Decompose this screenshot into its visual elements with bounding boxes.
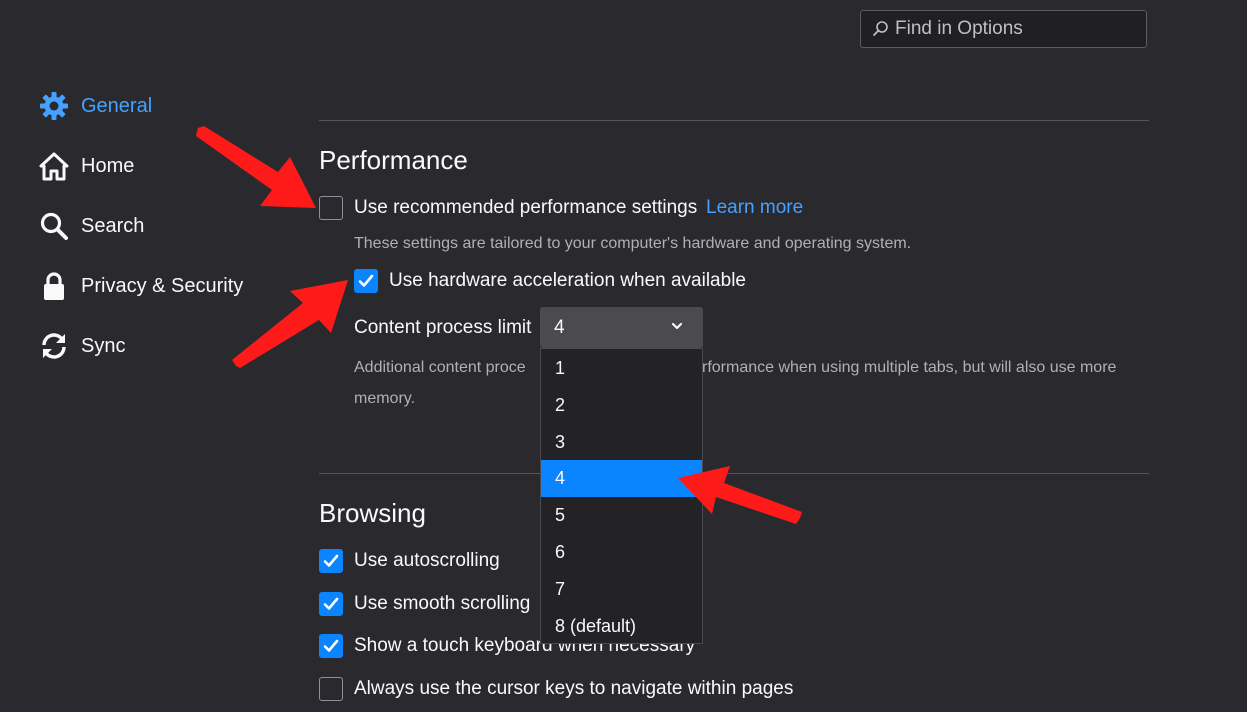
annotation-arrow-icon bbox=[232, 280, 348, 368]
annotation-arrow-icon bbox=[196, 126, 316, 208]
annotation-arrow-icon bbox=[678, 466, 802, 524]
annotation-arrows bbox=[196, 126, 802, 524]
